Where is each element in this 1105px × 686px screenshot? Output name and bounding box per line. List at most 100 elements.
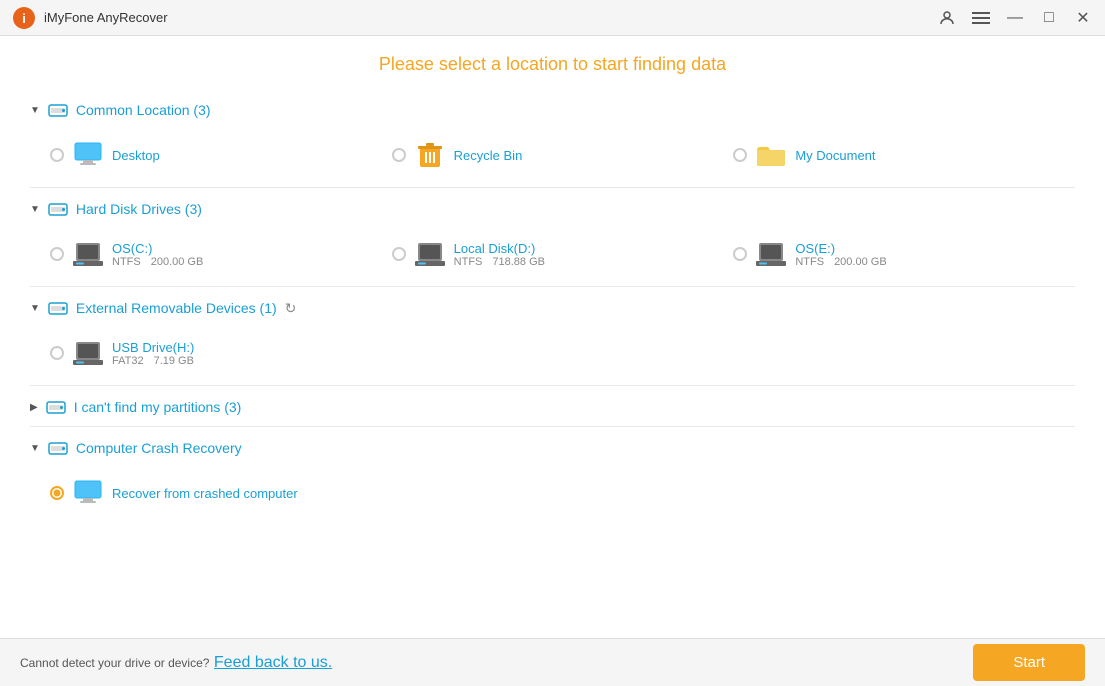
titlebar-controls: — □ ✕ bbox=[937, 8, 1093, 28]
usb-h-radio[interactable] bbox=[50, 346, 64, 360]
crash-items: Recover from crashed computer bbox=[30, 467, 1075, 525]
hdd-icon bbox=[48, 101, 68, 119]
hdd-icon-4 bbox=[46, 398, 66, 416]
usb-h-item[interactable]: USB Drive(H:) FAT32 7.19 GB bbox=[50, 337, 392, 369]
recycle-bin-label: Recycle Bin bbox=[454, 148, 523, 163]
usb-h-name: USB Drive(H:) bbox=[112, 340, 194, 355]
disk-d-details: NTFS 718.88 GB bbox=[454, 256, 545, 268]
disk-e-fs: NTFS bbox=[795, 256, 824, 268]
bottom-message: Cannot detect your drive or device? Feed… bbox=[20, 654, 332, 672]
menu-icon[interactable] bbox=[971, 8, 991, 28]
section-cant-find-partitions: I can't find my partitions (3) bbox=[30, 386, 1075, 427]
titlebar-left: i iMyFone AnyRecover bbox=[12, 6, 168, 30]
section-external-removable: External Removable Devices (1) ↻ bbox=[30, 287, 1075, 386]
desktop-radio[interactable] bbox=[50, 148, 64, 162]
recover-crashed-item[interactable]: Recover from crashed computer bbox=[50, 477, 392, 509]
usb-h-icon-wrapper bbox=[72, 337, 104, 369]
disk-d-radio[interactable] bbox=[392, 247, 406, 261]
close-button[interactable]: ✕ bbox=[1073, 8, 1093, 28]
my-document-radio[interactable] bbox=[733, 148, 747, 162]
disk-e-icon bbox=[756, 240, 786, 268]
section-header-hard-disk[interactable]: Hard Disk Drives (3) bbox=[30, 188, 1075, 228]
disk-d-fs: NTFS bbox=[454, 256, 483, 268]
recycle-bin-icon-wrapper bbox=[414, 139, 446, 171]
usb-h-details: FAT32 7.19 GB bbox=[112, 355, 194, 367]
my-document-label: My Document bbox=[795, 148, 875, 163]
desktop-label: Desktop bbox=[112, 148, 160, 163]
disk-e-size: 200.00 GB bbox=[834, 256, 887, 268]
hard-disk-items: OS(C:) NTFS 200.00 GB bbox=[30, 228, 1075, 286]
usb-h-icon bbox=[73, 339, 103, 367]
section-header-partitions[interactable]: I can't find my partitions (3) bbox=[30, 386, 1075, 426]
usb-h-fs: FAT32 bbox=[112, 355, 144, 367]
disk-c-details: NTFS 200.00 GB bbox=[112, 256, 203, 268]
section-computer-crash: Computer Crash Recovery Recover from cra… bbox=[30, 427, 1075, 525]
user-icon[interactable] bbox=[937, 8, 957, 28]
chevron-common-location bbox=[30, 105, 40, 116]
my-document-icon bbox=[755, 142, 787, 168]
recycle-bin-radio[interactable] bbox=[392, 148, 406, 162]
chevron-hard-disk bbox=[30, 204, 40, 215]
section-title-partitions: I can't find my partitions (3) bbox=[74, 399, 242, 415]
desktop-icon-wrapper bbox=[72, 139, 104, 171]
disk-d-icon bbox=[415, 240, 445, 268]
feedback-link[interactable]: Feed back to us. bbox=[214, 654, 332, 671]
disk-e-icon-wrapper bbox=[755, 238, 787, 270]
external-items: USB Drive(H:) FAT32 7.19 GB bbox=[30, 327, 1075, 385]
app-title: iMyFone AnyRecover bbox=[44, 10, 168, 25]
my-document-item[interactable]: My Document bbox=[733, 139, 1075, 171]
chevron-external bbox=[30, 303, 40, 314]
hdd-icon-5 bbox=[48, 439, 68, 457]
disk-e-radio[interactable] bbox=[733, 247, 747, 261]
disk-d-item[interactable]: Local Disk(D:) NTFS 718.88 GB bbox=[392, 238, 734, 270]
minimize-button[interactable]: — bbox=[1005, 8, 1025, 28]
common-location-items: Desktop bbox=[30, 129, 1075, 187]
disk-e-details: NTFS 200.00 GB bbox=[795, 256, 886, 268]
section-title-common-location: Common Location (3) bbox=[76, 102, 211, 118]
disk-e-name: OS(E:) bbox=[795, 241, 886, 256]
disk-c-radio[interactable] bbox=[50, 247, 64, 261]
recycle-bin-icon bbox=[417, 141, 443, 169]
desktop-item[interactable]: Desktop bbox=[50, 139, 392, 171]
section-header-external[interactable]: External Removable Devices (1) ↻ bbox=[30, 287, 1075, 327]
disk-c-icon bbox=[73, 240, 103, 268]
page-header: Please select a location to start findin… bbox=[0, 36, 1105, 89]
scroll-container[interactable]: Common Location (3) Desktop bbox=[0, 89, 1105, 638]
recover-crashed-icon-wrapper bbox=[72, 477, 104, 509]
recover-crashed-label: Recover from crashed computer bbox=[112, 486, 298, 501]
hdd-icon-2 bbox=[48, 200, 68, 218]
refresh-button[interactable]: ↻ bbox=[285, 300, 297, 317]
section-header-common-location[interactable]: Common Location (3) bbox=[30, 89, 1075, 129]
recover-crashed-radio[interactable] bbox=[50, 486, 64, 500]
disk-c-name: OS(C:) bbox=[112, 241, 203, 256]
bottom-bar: Cannot detect your drive or device? Feed… bbox=[0, 638, 1105, 686]
maximize-button[interactable]: □ bbox=[1039, 8, 1059, 28]
disk-d-name: Local Disk(D:) bbox=[454, 241, 545, 256]
titlebar: i iMyFone AnyRecover — □ ✕ bbox=[0, 0, 1105, 36]
section-title-hard-disk: Hard Disk Drives (3) bbox=[76, 201, 202, 217]
main-content: Please select a location to start findin… bbox=[0, 36, 1105, 686]
chevron-crash bbox=[30, 443, 40, 454]
usb-h-info: USB Drive(H:) FAT32 7.19 GB bbox=[112, 340, 194, 367]
recover-crashed-icon bbox=[73, 480, 103, 506]
disk-c-fs: NTFS bbox=[112, 256, 141, 268]
usb-h-size: 7.19 GB bbox=[154, 355, 194, 367]
my-document-icon-wrapper bbox=[755, 139, 787, 171]
disk-e-info: OS(E:) NTFS 200.00 GB bbox=[795, 241, 886, 268]
app-logo: i bbox=[12, 6, 36, 30]
section-title-crash: Computer Crash Recovery bbox=[76, 440, 242, 456]
section-header-crash[interactable]: Computer Crash Recovery bbox=[30, 427, 1075, 467]
section-title-external: External Removable Devices (1) bbox=[76, 300, 277, 316]
recycle-bin-item[interactable]: Recycle Bin bbox=[392, 139, 734, 171]
chevron-partitions bbox=[30, 402, 38, 413]
start-button[interactable]: Start bbox=[973, 644, 1085, 681]
svg-text:i: i bbox=[22, 11, 26, 26]
disk-e-item[interactable]: OS(E:) NTFS 200.00 GB bbox=[733, 238, 1075, 270]
desktop-icon bbox=[73, 142, 103, 168]
section-hard-disk-drives: Hard Disk Drives (3) OS(C: bbox=[30, 188, 1075, 287]
hdd-icon-3 bbox=[48, 299, 68, 317]
disk-c-icon-wrapper bbox=[72, 238, 104, 270]
disk-c-info: OS(C:) NTFS 200.00 GB bbox=[112, 241, 203, 268]
disk-d-icon-wrapper bbox=[414, 238, 446, 270]
disk-c-item[interactable]: OS(C:) NTFS 200.00 GB bbox=[50, 238, 392, 270]
